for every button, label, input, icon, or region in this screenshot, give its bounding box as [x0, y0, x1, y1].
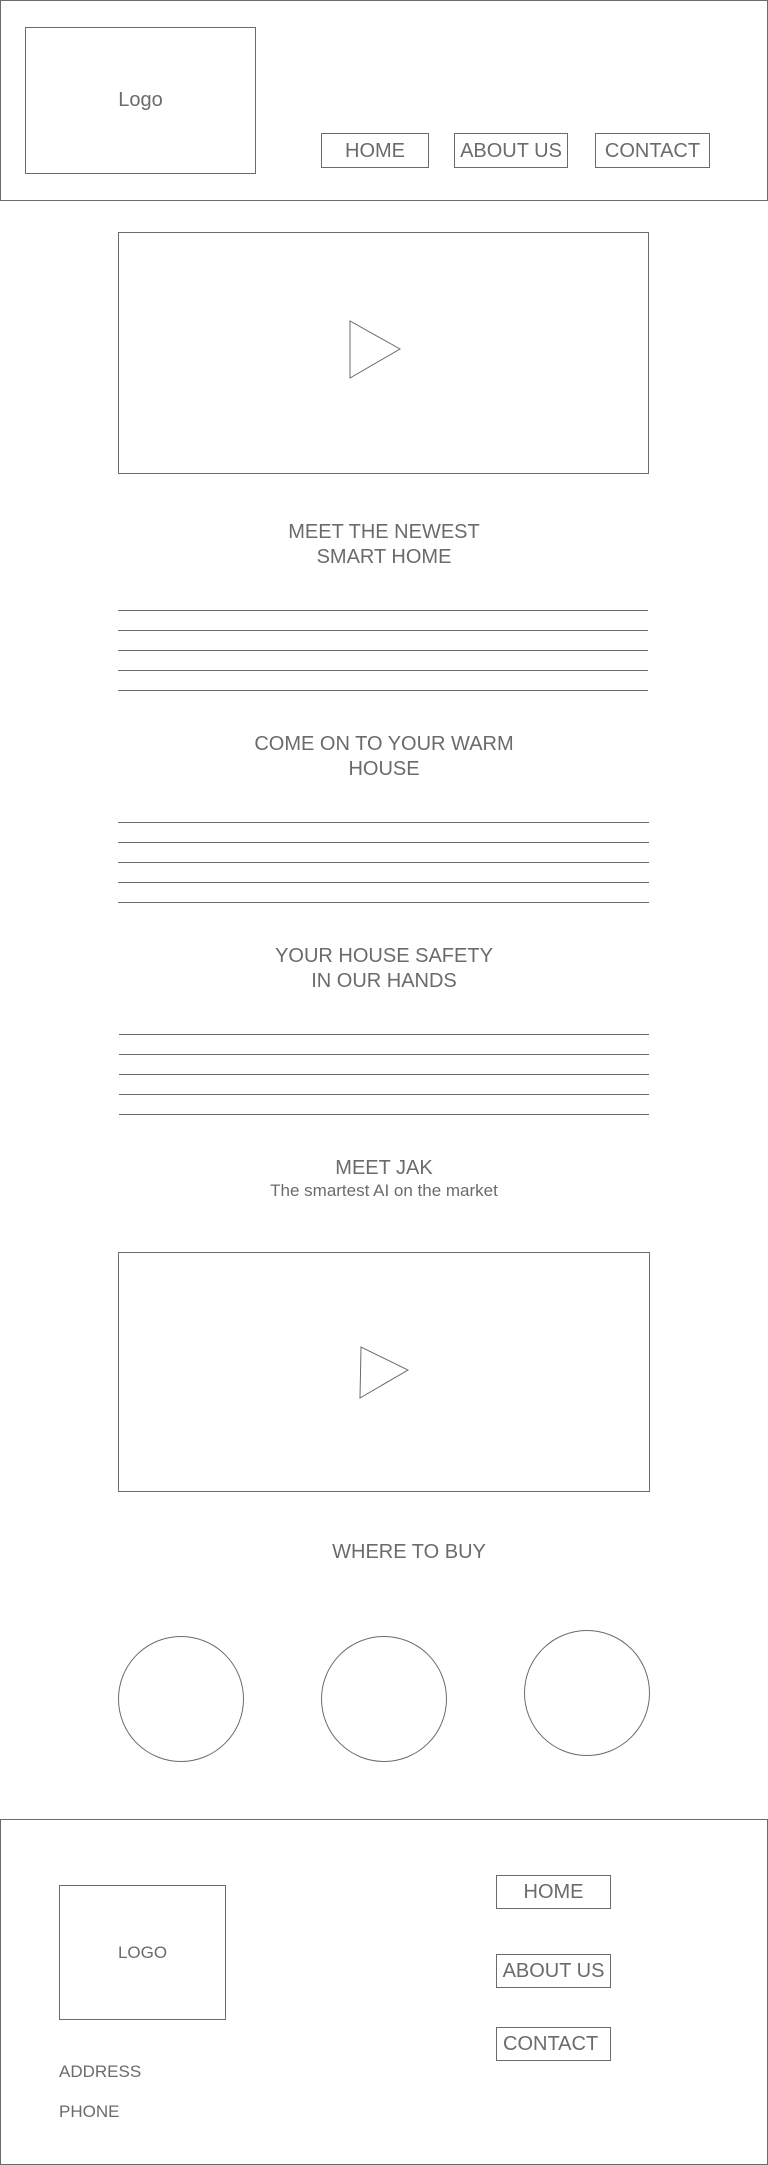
footer-nav-about-label: ABOUT US: [502, 1960, 605, 1982]
section-1-title-line-1: MEET THE NEWEST: [288, 521, 480, 543]
play-icon[interactable]: [349, 320, 409, 384]
header-nav-contact-label: CONTACT: [604, 139, 701, 162]
store-option-2[interactable]: [321, 1636, 447, 1762]
text-line: [118, 902, 649, 903]
text-line: [119, 1054, 649, 1055]
header-nav-home-label: HOME: [345, 139, 405, 162]
meet-jak-subtitle: The smartest AI on the market: [270, 1181, 498, 1200]
header-logo[interactable]: Logo: [25, 27, 256, 174]
footer-nav-home-label: HOME: [523, 1881, 584, 1903]
footer-nav-about-button[interactable]: ABOUT US: [496, 1954, 611, 1988]
store-option-1[interactable]: [118, 1636, 244, 1762]
hero-video-player[interactable]: [118, 232, 649, 474]
section-2-title: COME ON TO YOUR WARM HOUSE: [0, 732, 768, 782]
section-3-title-line-1: YOUR HOUSE SAFETY: [275, 945, 493, 967]
store-option-3[interactable]: [524, 1630, 650, 1756]
text-line: [118, 690, 648, 691]
section-3-title: YOUR HOUSE SAFETY IN OUR HANDS: [0, 944, 768, 994]
text-line: [118, 822, 649, 823]
header-nav-about-label: ABOUT US: [460, 139, 562, 162]
where-to-buy-title: WHERE TO BUY: [332, 1541, 486, 1563]
footer-nav-contact-button[interactable]: CONTACT: [496, 2027, 611, 2061]
text-line: [119, 1034, 649, 1035]
section-3-title-line-2: IN OUR HANDS: [311, 970, 457, 992]
footer-logo[interactable]: LOGO: [59, 1885, 226, 2020]
meet-jak-title: MEET JAK: [335, 1157, 433, 1179]
section-1-title: MEET THE NEWEST SMART HOME: [0, 520, 768, 570]
section-2-title-line-1: COME ON TO YOUR WARM: [254, 733, 514, 755]
text-line: [118, 670, 648, 671]
header-logo-label: Logo: [118, 89, 163, 111]
jak-video-player[interactable]: [118, 1252, 650, 1492]
text-line: [118, 882, 649, 883]
header-nav-home-button[interactable]: HOME: [321, 133, 429, 168]
text-line: [118, 630, 648, 631]
footer-nav-contact-label: CONTACT: [503, 2033, 599, 2055]
header-nav-contact-button[interactable]: CONTACT: [595, 133, 710, 168]
footer-phone-label: PHONE: [59, 2102, 120, 2121]
text-line: [119, 1114, 649, 1115]
play-icon[interactable]: [359, 1345, 419, 1409]
header-nav-about-button[interactable]: ABOUT US: [454, 133, 568, 168]
text-line: [118, 610, 648, 611]
text-line: [118, 862, 649, 863]
footer-logo-label: LOGO: [117, 1942, 168, 1962]
footer-address-label: ADDRESS: [59, 2062, 142, 2081]
text-line: [119, 1094, 649, 1095]
text-line: [118, 842, 649, 843]
text-line: [119, 1074, 649, 1075]
section-2-title-line-2: HOUSE: [348, 758, 420, 780]
section-1-title-line-2: SMART HOME: [316, 546, 452, 568]
text-line: [118, 650, 648, 651]
footer-nav-home-button[interactable]: HOME: [496, 1875, 611, 1909]
